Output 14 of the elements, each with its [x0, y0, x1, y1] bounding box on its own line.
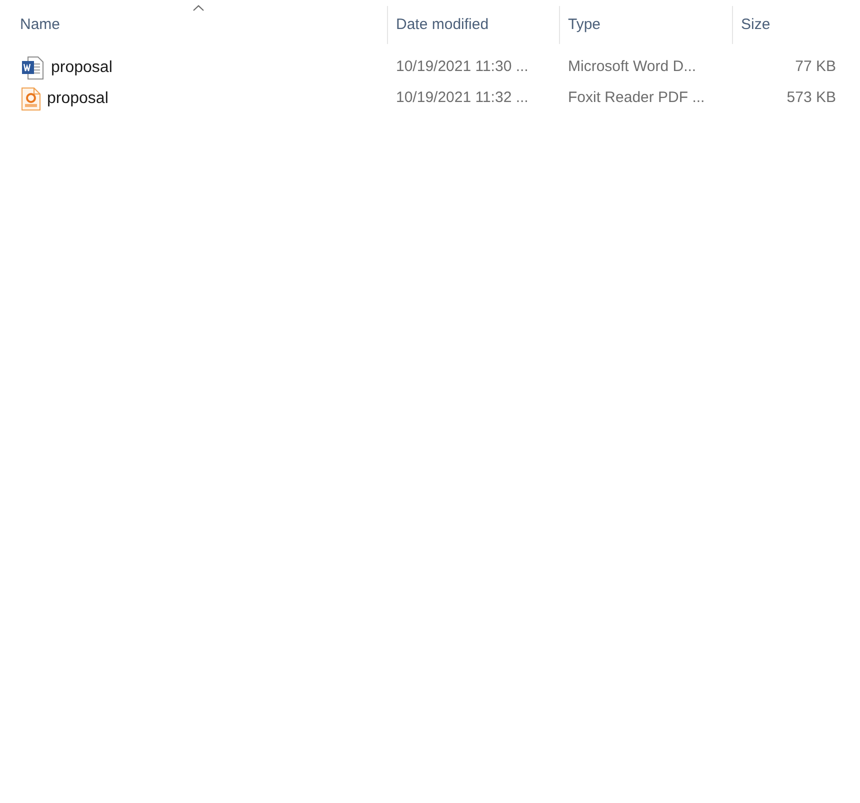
file-type-cell: Microsoft Word D...: [568, 58, 696, 76]
file-type-cell: Foxit Reader PDF ...: [568, 89, 705, 106]
column-header[interactable]: Type: [568, 14, 601, 36]
file-size-cell: 77 KB: [795, 58, 836, 76]
word-document-icon: [21, 56, 45, 80]
pdf-document-icon: [21, 86, 41, 110]
column-header[interactable]: Date modified: [396, 14, 489, 36]
column-header[interactable]: Size: [741, 14, 770, 36]
date-modified-cell: 10/19/2021 11:30 ...: [396, 58, 528, 76]
column-header[interactable]: Name: [20, 14, 60, 36]
date-modified-cell: 10/19/2021 11:32 ...: [396, 89, 528, 106]
file-size-cell: 573 KB: [786, 89, 836, 106]
file-name[interactable]: proposal: [47, 86, 108, 110]
file-name[interactable]: proposal: [51, 56, 112, 80]
